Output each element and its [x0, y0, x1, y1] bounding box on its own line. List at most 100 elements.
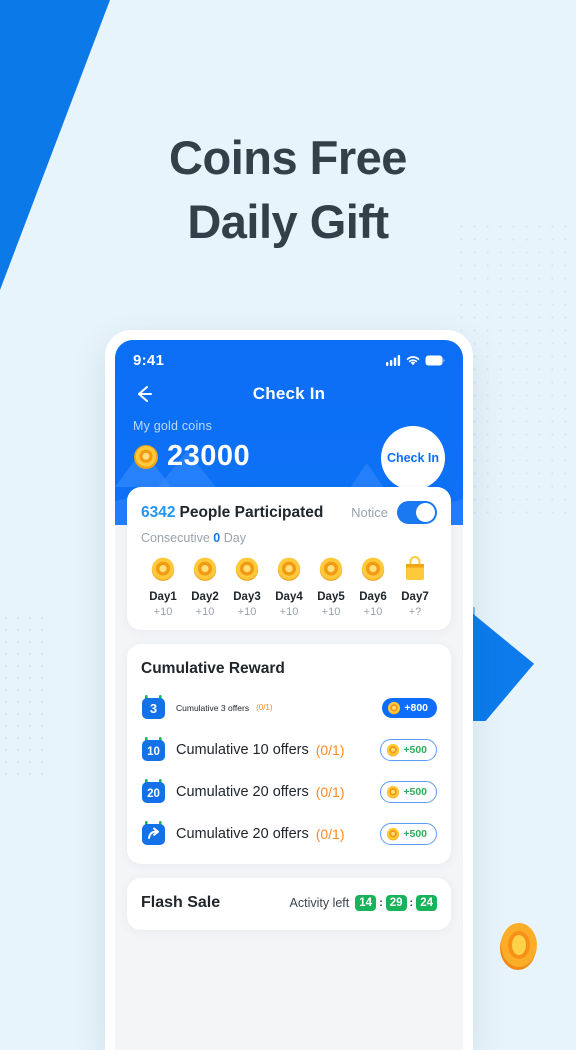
- calendar-10-icon: 10: [142, 737, 165, 761]
- day-label: Day6: [359, 591, 387, 603]
- consecutive-row: Consecutive 0 Day: [141, 531, 437, 545]
- day-label: Day3: [233, 591, 261, 603]
- day-label: Day2: [191, 591, 219, 603]
- wifi-icon: [406, 356, 420, 366]
- reward-amount: +500: [403, 827, 427, 840]
- signal-bars-icon: [386, 355, 401, 366]
- gold-coin-icon: [387, 785, 400, 798]
- countdown-separator: :: [409, 897, 414, 909]
- calendar-3-icon: 3: [142, 695, 165, 719]
- battery-icon: [425, 355, 445, 366]
- cumulative-row-progress: (0/1): [315, 783, 345, 800]
- day-label: Day4: [275, 591, 303, 603]
- back-arrow-icon[interactable]: [133, 383, 155, 405]
- gold-coin-icon: [387, 827, 400, 840]
- cumulative-row: 10 Cumulative 10 offers (0/1) +500: [141, 737, 437, 762]
- gold-coin-icon: [235, 557, 259, 581]
- cumulative-row-progress: (0/1): [256, 703, 273, 712]
- participation-header: 6342 People Participated Notice: [141, 501, 437, 524]
- countdown-seconds: 24: [416, 895, 437, 911]
- svg-text:20: 20: [147, 788, 160, 800]
- day-label: Day7: [401, 591, 429, 603]
- countdown-minutes: 29: [385, 895, 407, 911]
- gold-coin-icon: [134, 444, 158, 469]
- cumulative-row-name: Cumulative 20 offers: [176, 825, 309, 842]
- cumulative-row-name: Cumulative 10 offers: [176, 741, 309, 758]
- cumulative-reward-title: Cumulative Reward: [141, 660, 285, 677]
- gold-coin-icon: [361, 557, 385, 581]
- svg-text:10: 10: [147, 746, 160, 758]
- cumulative-row-name: Cumulative 20 offers: [176, 783, 309, 800]
- gold-coin-icon: [388, 701, 401, 714]
- phone-mockup: 9:41 Check In My gold coins 23000 Check …: [105, 330, 473, 1050]
- gold-coin-icon: [193, 557, 217, 581]
- cumulative-row: 3 Cumulative 3 offers (0/1) +800: [141, 695, 437, 720]
- page-title-line2: Daily Gift: [187, 195, 389, 248]
- cumulative-row: 20 Cumulative 20 offers (0/1) +500: [141, 779, 437, 804]
- day-item[interactable]: Day5 +10: [311, 556, 351, 618]
- page-title-line1: Coins Free: [169, 131, 407, 184]
- day-item[interactable]: Day6 +10: [353, 556, 393, 618]
- svg-text:3: 3: [150, 701, 157, 716]
- claim-reward-button[interactable]: +800: [382, 697, 437, 718]
- balance-amount: 23000: [167, 440, 251, 472]
- countdown-separator: :: [379, 897, 383, 909]
- cumulative-row-progress: (0/1): [315, 741, 345, 758]
- page-title: Coins Free Daily Gift: [0, 126, 576, 254]
- flash-sale-card: Flash Sale Activity left 14 : 29 : 24: [127, 878, 451, 930]
- day-amount: +10: [363, 606, 383, 618]
- reward-amount: +500: [403, 743, 427, 756]
- nav-bar: Check In: [115, 369, 463, 405]
- background-blue-arrow: [472, 613, 534, 721]
- gold-coin-icon: [319, 557, 343, 581]
- decorative-gold-coin-icon: [500, 923, 537, 970]
- day-item[interactable]: Day4 +10: [269, 556, 309, 618]
- claim-reward-button[interactable]: +500: [380, 780, 437, 803]
- activity-left-label: Activity left: [289, 896, 350, 910]
- claim-reward-button[interactable]: +500: [380, 738, 437, 761]
- day-item[interactable]: Day7 +?: [395, 556, 435, 618]
- day-amount: +10: [237, 606, 257, 618]
- flash-sale-title: Flash Sale: [141, 894, 221, 911]
- consecutive-prefix: Consecutive: [141, 531, 210, 545]
- day-amount: +10: [195, 606, 215, 618]
- background-dot-grid-right: [455, 220, 576, 520]
- day-amount: +?: [408, 606, 422, 618]
- day-item[interactable]: Day3 +10: [227, 556, 267, 618]
- notice-label: Notice: [351, 505, 388, 520]
- reward-amount: +500: [403, 785, 427, 798]
- participant-label: People Participated: [179, 503, 324, 521]
- cumulative-row: Cumulative 20 offers (0/1) +500: [141, 821, 437, 846]
- notice-toggle[interactable]: [397, 501, 437, 524]
- claim-reward-button[interactable]: +500: [380, 822, 437, 845]
- day-label: Day5: [317, 591, 345, 603]
- day-label: Day1: [149, 591, 177, 603]
- status-bar: 9:41: [115, 340, 463, 369]
- gift-bag-icon: [406, 556, 424, 580]
- day-amount: +10: [279, 606, 299, 618]
- gold-coin-icon: [151, 557, 175, 581]
- countdown-timer: Activity left 14 : 29 : 24: [290, 895, 437, 911]
- participant-count: 6342: [141, 503, 176, 521]
- day-item[interactable]: Day1 +10: [143, 556, 183, 618]
- participation-card: 6342 People Participated Notice Consecut…: [127, 487, 451, 630]
- cumulative-reward-card: Cumulative Reward 3 Cumulative 3 offers …: [127, 644, 451, 864]
- calendar-share-icon: [142, 821, 165, 845]
- day-amount: +10: [153, 606, 173, 618]
- countdown-hours: 14: [355, 895, 377, 911]
- status-bar-time: 9:41: [133, 352, 165, 369]
- cumulative-row-progress: (0/1): [315, 825, 345, 842]
- day-amount: +10: [321, 606, 341, 618]
- consecutive-value: 0: [213, 531, 221, 545]
- gold-coin-icon: [387, 743, 400, 756]
- reward-amount: +800: [404, 701, 428, 714]
- cumulative-row-name: Cumulative 3 offers: [176, 702, 250, 713]
- day-item[interactable]: Day2 +10: [185, 556, 225, 618]
- status-bar-icons: [386, 355, 445, 366]
- gold-coin-icon: [277, 557, 301, 581]
- flash-sale-header: Flash Sale Activity left 14 : 29 : 24: [141, 894, 437, 912]
- calendar-20-icon: 20: [142, 779, 165, 803]
- check-in-button[interactable]: Check In: [381, 426, 445, 490]
- nav-title: Check In: [252, 384, 326, 403]
- daily-rewards-list: Day1 +10 Day2 +10 Day3 +10 Day4 +10 Day5…: [141, 556, 437, 618]
